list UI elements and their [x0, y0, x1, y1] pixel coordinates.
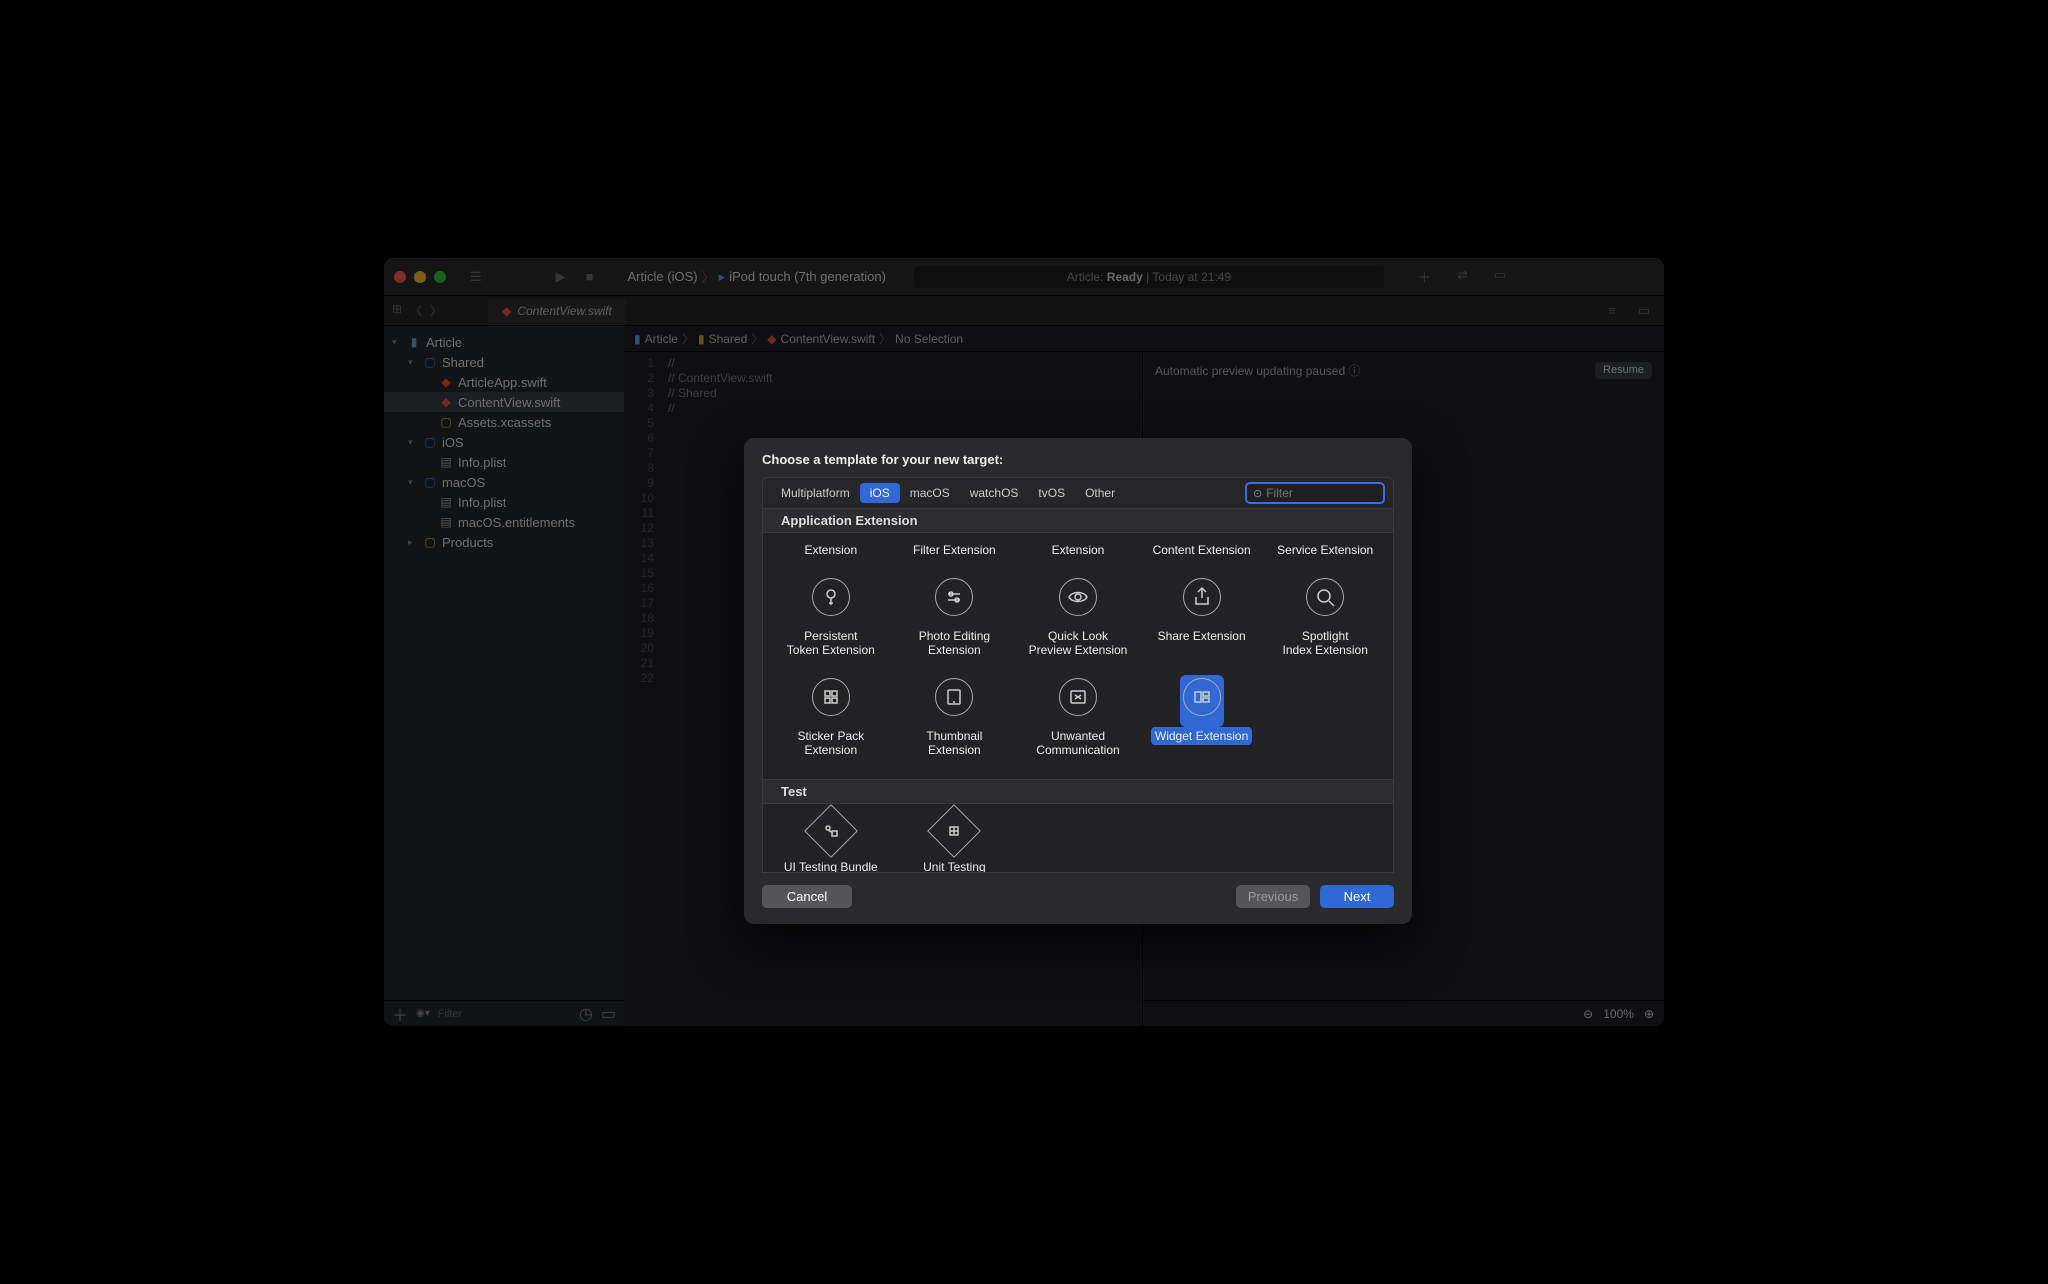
block-icon — [1059, 678, 1097, 716]
template-label: Content Extension — [1149, 541, 1255, 559]
filter-input[interactable] — [1266, 486, 1377, 500]
template-widget-extension[interactable]: Widget Extension — [1140, 667, 1264, 767]
template-grid-row: UI Testing Bundle Unit Testing — [763, 804, 1393, 873]
widget-icon — [1183, 678, 1221, 716]
platform-tab-watchos[interactable]: watchOS — [960, 483, 1029, 503]
template-label: ThumbnailExtension — [922, 727, 986, 759]
template-unit-testing[interactable]: Unit Testing — [893, 804, 1017, 873]
platform-segmented-control: MultiplatformiOSmacOSwatchOStvOSOther — [771, 483, 1125, 503]
template-content-extension[interactable]: Content Extension — [1140, 535, 1264, 567]
template-label: Unit Testing — [919, 858, 989, 873]
platform-tab-multiplatform[interactable]: Multiplatform — [771, 483, 860, 503]
template-sticker-pack-extension[interactable]: Sticker PackExtension — [769, 667, 893, 767]
section-test: Test — [763, 779, 1393, 804]
template-label: Share Extension — [1154, 627, 1250, 645]
template-service-extension[interactable]: Service Extension — [1263, 535, 1387, 567]
template-label: UnwantedCommunication — [1032, 727, 1123, 759]
next-button[interactable]: Next — [1320, 885, 1394, 908]
template-label: Extension — [1048, 541, 1109, 559]
share-icon — [1183, 578, 1221, 616]
template-filter[interactable]: ⊙ — [1245, 482, 1385, 504]
template-label: Quick LookPreview Extension — [1025, 627, 1132, 659]
platform-tabs: MultiplatformiOSmacOSwatchOStvOSOther ⊙ — [762, 477, 1394, 509]
cancel-button[interactable]: Cancel — [762, 885, 852, 908]
template-grid-row: Extension Filter Extension Extension Conten… — [763, 533, 1393, 567]
thumb-icon — [935, 678, 973, 716]
platform-tab-tvos[interactable]: tvOS — [1028, 483, 1075, 503]
uitest-icon — [804, 804, 858, 858]
previous-button[interactable]: Previous — [1236, 885, 1310, 908]
template-share-extension[interactable]: Share Extension — [1140, 567, 1264, 667]
new-target-sheet: Choose a template for your new target: M… — [744, 438, 1412, 924]
platform-tab-macos[interactable]: macOS — [900, 483, 960, 503]
template-unwanted-communication[interactable]: UnwantedCommunication — [1016, 667, 1140, 767]
template-extension[interactable]: Extension — [769, 535, 893, 567]
template-label: Service Extension — [1273, 541, 1377, 559]
template-label: Sticker PackExtension — [793, 727, 868, 759]
template-label: PersistentToken Extension — [783, 627, 879, 659]
template-extension[interactable]: Extension — [1016, 535, 1140, 567]
template-quick-look-preview-extension[interactable]: Quick LookPreview Extension — [1016, 567, 1140, 667]
platform-tab-other[interactable]: Other — [1075, 483, 1125, 503]
filter-icon: ⊙ — [1253, 487, 1262, 500]
key-icon — [812, 578, 850, 616]
template-thumbnail-extension[interactable]: ThumbnailExtension — [893, 667, 1017, 767]
xcode-window: ☰ ▶ ■ Article (iOS) 〉 ▸ iPod touch (7th … — [384, 258, 1664, 1026]
template-label: Filter Extension — [909, 541, 1000, 559]
template-label: Extension — [800, 541, 861, 559]
template-list[interactable]: Application Extension Extension Filter Ex… — [762, 509, 1394, 873]
template-ui-testing-bundle[interactable]: UI Testing Bundle — [769, 804, 893, 873]
grid4-icon — [812, 678, 850, 716]
unittest-icon — [928, 804, 982, 858]
template-photo-editing-extension[interactable]: Photo EditingExtension — [893, 567, 1017, 667]
template-grid-row: PersistentToken Extension Photo EditingEx… — [763, 567, 1393, 667]
platform-tab-ios[interactable]: iOS — [860, 483, 900, 503]
template-filter-extension[interactable]: Filter Extension — [893, 535, 1017, 567]
template-label: SpotlightIndex Extension — [1278, 627, 1371, 659]
sheet-title: Choose a template for your new target: — [744, 438, 1412, 477]
sheet-buttons: Cancel Previous Next — [744, 873, 1412, 924]
template-label: UI Testing Bundle — [780, 858, 882, 873]
template-label: Photo EditingExtension — [915, 627, 994, 659]
template-label: Widget Extension — [1151, 727, 1252, 745]
search-icon — [1306, 578, 1344, 616]
template-grid-row: Sticker PackExtension ThumbnailExtension U… — [763, 667, 1393, 779]
eye-icon — [1059, 578, 1097, 616]
section-application-extension: Application Extension — [763, 509, 1393, 533]
template-spotlight-index-extension[interactable]: SpotlightIndex Extension — [1263, 567, 1387, 667]
sliders-icon — [935, 578, 973, 616]
template-persistent-token-extension[interactable]: PersistentToken Extension — [769, 567, 893, 667]
